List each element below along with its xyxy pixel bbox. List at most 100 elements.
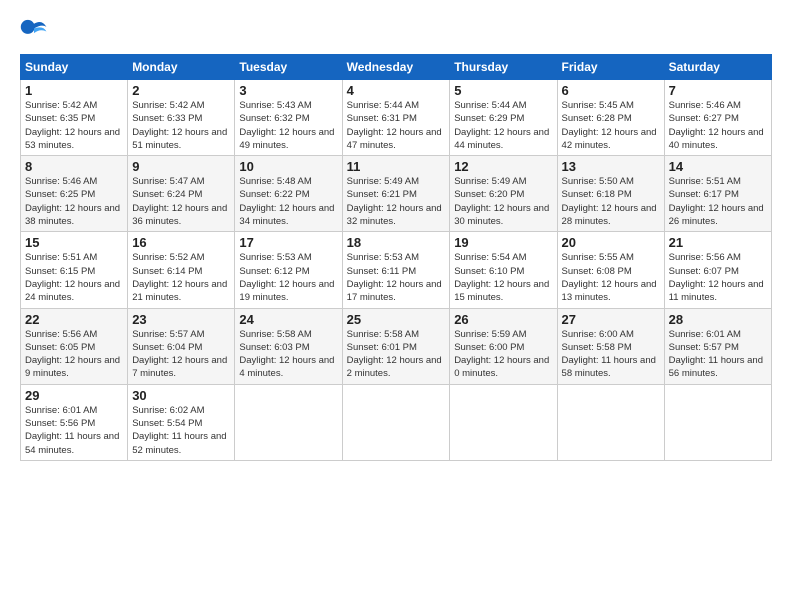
page-container: SundayMondayTuesdayWednesdayThursdayFrid… bbox=[0, 0, 792, 471]
day-detail: Sunrise: 5:43 AMSunset: 6:32 PMDaylight:… bbox=[239, 99, 337, 152]
weekday-header: Wednesday bbox=[342, 55, 450, 80]
day-number: 26 bbox=[454, 312, 552, 327]
day-number: 19 bbox=[454, 235, 552, 250]
calendar-cell: 12Sunrise: 5:49 AMSunset: 6:20 PMDayligh… bbox=[450, 156, 557, 232]
day-detail: Sunrise: 5:51 AMSunset: 6:15 PMDaylight:… bbox=[25, 251, 123, 304]
calendar-cell: 15Sunrise: 5:51 AMSunset: 6:15 PMDayligh… bbox=[21, 232, 128, 308]
weekday-header: Tuesday bbox=[235, 55, 342, 80]
day-detail: Sunrise: 5:45 AMSunset: 6:28 PMDaylight:… bbox=[562, 99, 660, 152]
day-detail: Sunrise: 5:56 AMSunset: 6:05 PMDaylight:… bbox=[25, 328, 123, 381]
day-detail: Sunrise: 5:50 AMSunset: 6:18 PMDaylight:… bbox=[562, 175, 660, 228]
calendar-week-row: 22Sunrise: 5:56 AMSunset: 6:05 PMDayligh… bbox=[21, 308, 772, 384]
day-detail: Sunrise: 5:42 AMSunset: 6:35 PMDaylight:… bbox=[25, 99, 123, 152]
day-detail: Sunrise: 5:46 AMSunset: 6:25 PMDaylight:… bbox=[25, 175, 123, 228]
day-detail: Sunrise: 6:02 AMSunset: 5:54 PMDaylight:… bbox=[132, 404, 230, 457]
day-number: 8 bbox=[25, 159, 123, 174]
day-number: 12 bbox=[454, 159, 552, 174]
calendar-cell: 29Sunrise: 6:01 AMSunset: 5:56 PMDayligh… bbox=[21, 384, 128, 460]
calendar-cell: 19Sunrise: 5:54 AMSunset: 6:10 PMDayligh… bbox=[450, 232, 557, 308]
calendar-week-row: 29Sunrise: 6:01 AMSunset: 5:56 PMDayligh… bbox=[21, 384, 772, 460]
day-number: 20 bbox=[562, 235, 660, 250]
calendar-cell: 9Sunrise: 5:47 AMSunset: 6:24 PMDaylight… bbox=[128, 156, 235, 232]
day-number: 25 bbox=[347, 312, 446, 327]
day-number: 10 bbox=[239, 159, 337, 174]
calendar-cell: 20Sunrise: 5:55 AMSunset: 6:08 PMDayligh… bbox=[557, 232, 664, 308]
calendar-cell: 11Sunrise: 5:49 AMSunset: 6:21 PMDayligh… bbox=[342, 156, 450, 232]
calendar-week-row: 8Sunrise: 5:46 AMSunset: 6:25 PMDaylight… bbox=[21, 156, 772, 232]
day-number: 27 bbox=[562, 312, 660, 327]
day-detail: Sunrise: 5:49 AMSunset: 6:21 PMDaylight:… bbox=[347, 175, 446, 228]
day-detail: Sunrise: 5:58 AMSunset: 6:03 PMDaylight:… bbox=[239, 328, 337, 381]
day-detail: Sunrise: 5:48 AMSunset: 6:22 PMDaylight:… bbox=[239, 175, 337, 228]
day-number: 6 bbox=[562, 83, 660, 98]
day-detail: Sunrise: 5:54 AMSunset: 6:10 PMDaylight:… bbox=[454, 251, 552, 304]
day-number: 11 bbox=[347, 159, 446, 174]
calendar-cell bbox=[664, 384, 771, 460]
day-number: 22 bbox=[25, 312, 123, 327]
day-number: 28 bbox=[669, 312, 767, 327]
day-detail: Sunrise: 5:58 AMSunset: 6:01 PMDaylight:… bbox=[347, 328, 446, 381]
calendar-cell: 3Sunrise: 5:43 AMSunset: 6:32 PMDaylight… bbox=[235, 80, 342, 156]
day-number: 17 bbox=[239, 235, 337, 250]
weekday-header: Monday bbox=[128, 55, 235, 80]
weekday-header: Thursday bbox=[450, 55, 557, 80]
calendar-cell: 30Sunrise: 6:02 AMSunset: 5:54 PMDayligh… bbox=[128, 384, 235, 460]
day-detail: Sunrise: 5:49 AMSunset: 6:20 PMDaylight:… bbox=[454, 175, 552, 228]
header bbox=[20, 16, 772, 44]
day-detail: Sunrise: 5:51 AMSunset: 6:17 PMDaylight:… bbox=[669, 175, 767, 228]
day-number: 9 bbox=[132, 159, 230, 174]
day-detail: Sunrise: 6:01 AMSunset: 5:57 PMDaylight:… bbox=[669, 328, 767, 381]
day-detail: Sunrise: 6:00 AMSunset: 5:58 PMDaylight:… bbox=[562, 328, 660, 381]
calendar-cell: 27Sunrise: 6:00 AMSunset: 5:58 PMDayligh… bbox=[557, 308, 664, 384]
calendar-table: SundayMondayTuesdayWednesdayThursdayFrid… bbox=[20, 54, 772, 461]
calendar-week-row: 15Sunrise: 5:51 AMSunset: 6:15 PMDayligh… bbox=[21, 232, 772, 308]
day-detail: Sunrise: 5:55 AMSunset: 6:08 PMDaylight:… bbox=[562, 251, 660, 304]
calendar-cell bbox=[235, 384, 342, 460]
day-number: 29 bbox=[25, 388, 123, 403]
calendar-cell: 22Sunrise: 5:56 AMSunset: 6:05 PMDayligh… bbox=[21, 308, 128, 384]
day-number: 4 bbox=[347, 83, 446, 98]
calendar-cell: 26Sunrise: 5:59 AMSunset: 6:00 PMDayligh… bbox=[450, 308, 557, 384]
weekday-header: Saturday bbox=[664, 55, 771, 80]
calendar-cell: 4Sunrise: 5:44 AMSunset: 6:31 PMDaylight… bbox=[342, 80, 450, 156]
day-number: 30 bbox=[132, 388, 230, 403]
calendar-week-row: 1Sunrise: 5:42 AMSunset: 6:35 PMDaylight… bbox=[21, 80, 772, 156]
calendar-cell: 2Sunrise: 5:42 AMSunset: 6:33 PMDaylight… bbox=[128, 80, 235, 156]
day-number: 3 bbox=[239, 83, 337, 98]
calendar-cell: 28Sunrise: 6:01 AMSunset: 5:57 PMDayligh… bbox=[664, 308, 771, 384]
day-detail: Sunrise: 5:52 AMSunset: 6:14 PMDaylight:… bbox=[132, 251, 230, 304]
calendar-cell: 23Sunrise: 5:57 AMSunset: 6:04 PMDayligh… bbox=[128, 308, 235, 384]
calendar-header-row: SundayMondayTuesdayWednesdayThursdayFrid… bbox=[21, 55, 772, 80]
calendar-cell: 5Sunrise: 5:44 AMSunset: 6:29 PMDaylight… bbox=[450, 80, 557, 156]
day-detail: Sunrise: 5:44 AMSunset: 6:31 PMDaylight:… bbox=[347, 99, 446, 152]
calendar-cell: 16Sunrise: 5:52 AMSunset: 6:14 PMDayligh… bbox=[128, 232, 235, 308]
day-number: 23 bbox=[132, 312, 230, 327]
day-number: 21 bbox=[669, 235, 767, 250]
day-detail: Sunrise: 5:47 AMSunset: 6:24 PMDaylight:… bbox=[132, 175, 230, 228]
day-number: 24 bbox=[239, 312, 337, 327]
day-number: 16 bbox=[132, 235, 230, 250]
logo-icon bbox=[20, 16, 48, 44]
day-number: 18 bbox=[347, 235, 446, 250]
calendar-cell: 7Sunrise: 5:46 AMSunset: 6:27 PMDaylight… bbox=[664, 80, 771, 156]
calendar-cell bbox=[557, 384, 664, 460]
calendar-cell: 14Sunrise: 5:51 AMSunset: 6:17 PMDayligh… bbox=[664, 156, 771, 232]
day-detail: Sunrise: 6:01 AMSunset: 5:56 PMDaylight:… bbox=[25, 404, 123, 457]
day-detail: Sunrise: 5:53 AMSunset: 6:12 PMDaylight:… bbox=[239, 251, 337, 304]
day-number: 15 bbox=[25, 235, 123, 250]
weekday-header: Friday bbox=[557, 55, 664, 80]
calendar-cell bbox=[450, 384, 557, 460]
day-number: 7 bbox=[669, 83, 767, 98]
calendar-cell: 8Sunrise: 5:46 AMSunset: 6:25 PMDaylight… bbox=[21, 156, 128, 232]
day-detail: Sunrise: 5:44 AMSunset: 6:29 PMDaylight:… bbox=[454, 99, 552, 152]
day-number: 1 bbox=[25, 83, 123, 98]
calendar-cell: 18Sunrise: 5:53 AMSunset: 6:11 PMDayligh… bbox=[342, 232, 450, 308]
calendar-cell: 17Sunrise: 5:53 AMSunset: 6:12 PMDayligh… bbox=[235, 232, 342, 308]
day-number: 5 bbox=[454, 83, 552, 98]
day-detail: Sunrise: 5:57 AMSunset: 6:04 PMDaylight:… bbox=[132, 328, 230, 381]
calendar-cell: 24Sunrise: 5:58 AMSunset: 6:03 PMDayligh… bbox=[235, 308, 342, 384]
day-detail: Sunrise: 5:56 AMSunset: 6:07 PMDaylight:… bbox=[669, 251, 767, 304]
calendar-cell: 13Sunrise: 5:50 AMSunset: 6:18 PMDayligh… bbox=[557, 156, 664, 232]
calendar-cell: 6Sunrise: 5:45 AMSunset: 6:28 PMDaylight… bbox=[557, 80, 664, 156]
calendar-cell: 21Sunrise: 5:56 AMSunset: 6:07 PMDayligh… bbox=[664, 232, 771, 308]
